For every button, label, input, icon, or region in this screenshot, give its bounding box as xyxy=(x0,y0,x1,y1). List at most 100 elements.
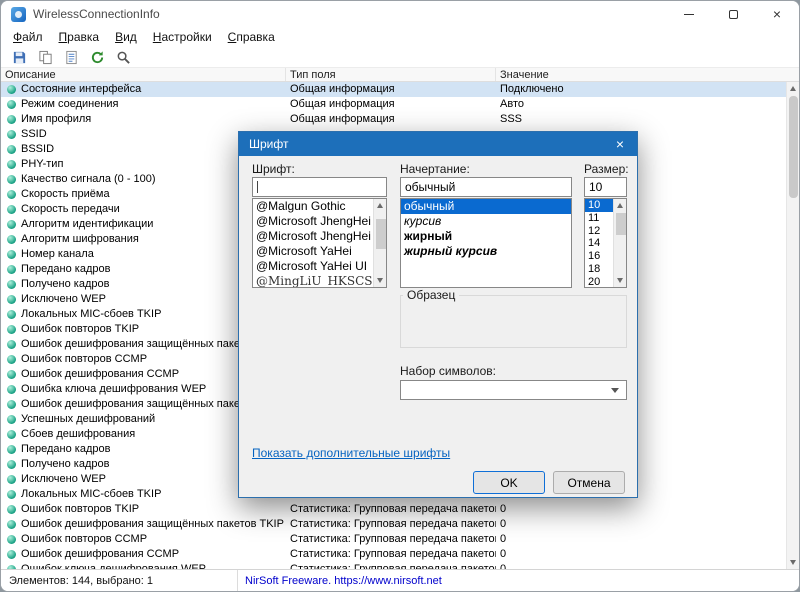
show-more-fonts-link[interactable]: Показать дополнительные шрифты xyxy=(252,446,450,460)
save-button[interactable] xyxy=(8,48,30,67)
row-status-icon xyxy=(7,85,16,94)
row-status-icon xyxy=(7,115,16,124)
scrollbar-thumb[interactable] xyxy=(375,219,386,249)
size-input[interactable]: 10 xyxy=(584,177,627,197)
size-list-scrollbar[interactable] xyxy=(613,199,626,287)
row-status-icon xyxy=(7,505,16,514)
row-status-icon xyxy=(7,265,16,274)
list-item[interactable]: обычный xyxy=(401,199,571,214)
sample-label: Образец xyxy=(407,288,456,302)
table-row[interactable]: Имя профиля Общая информация SSS xyxy=(1,112,786,127)
row-field-type: Статистика: Групповая передача пакетов xyxy=(290,503,496,515)
style-input[interactable]: обычный xyxy=(400,177,572,197)
table-row[interactable]: Ошибок дешифрования CCMP Статистика: Груп… xyxy=(1,547,786,562)
row-description: Состояние интерфейса xyxy=(1,82,286,97)
row-status-icon xyxy=(7,550,16,559)
charset-select[interactable] xyxy=(400,380,627,400)
window-controls: × xyxy=(667,1,799,27)
status-items-count: Элементов: 144, выбрано: 1 xyxy=(1,570,238,591)
list-item[interactable]: жирный xyxy=(401,229,571,244)
row-description: Ошибок повторов CCMP xyxy=(1,532,286,547)
minimize-button[interactable] xyxy=(667,1,711,27)
row-field-type: Статистика: Групповая передача пакетов xyxy=(290,533,496,545)
cancel-button[interactable]: Отмена xyxy=(553,471,625,494)
list-item[interactable]: 20 xyxy=(585,276,613,287)
vertical-scrollbar[interactable] xyxy=(786,82,799,569)
list-item[interactable]: 12 xyxy=(585,225,613,238)
row-status-icon xyxy=(7,460,16,469)
scroll-up-icon xyxy=(790,86,796,91)
column-header[interactable]: Значение xyxy=(496,68,799,81)
refresh-button[interactable] xyxy=(86,48,108,67)
maximize-icon xyxy=(728,9,738,19)
maximize-button[interactable] xyxy=(711,1,755,27)
font-dialog: Шрифт × Шрифт: @Malgun Gothic @Microsoft … xyxy=(238,131,638,498)
charset-label: Набор символов: xyxy=(400,364,497,378)
close-button[interactable]: × xyxy=(755,1,799,27)
table-row[interactable]: Ошибок повторов CCMP Статистика: Группова… xyxy=(1,532,786,547)
row-description: Имя профиля xyxy=(1,112,286,127)
list-item[interactable]: @Microsoft YaHei UI xyxy=(253,259,373,274)
list-item[interactable]: @Microsoft JhengHei xyxy=(253,214,373,229)
menu-item[interactable]: Настройки xyxy=(145,28,220,46)
style-label: Начертание: xyxy=(400,162,470,176)
menu-item[interactable]: Вид xyxy=(107,28,145,46)
menu-item[interactable]: Файл xyxy=(5,28,51,46)
row-status-icon xyxy=(7,355,16,364)
row-status-icon xyxy=(7,145,16,154)
chevron-down-icon xyxy=(611,388,619,393)
properties-icon xyxy=(65,50,77,64)
list-item[interactable]: 14 xyxy=(585,237,613,250)
list-item[interactable]: @Malgun Gothic xyxy=(253,199,373,214)
font-list-scrollbar[interactable] xyxy=(373,199,386,287)
row-status-icon xyxy=(7,175,16,184)
find-icon xyxy=(117,51,130,64)
list-item[interactable]: @Microsoft JhengHei Light xyxy=(253,229,373,244)
row-field-type: Статистика: Групповая передача пакетов xyxy=(290,563,496,569)
toolbar xyxy=(1,47,799,67)
scroll-up-icon xyxy=(377,203,383,208)
table-row[interactable]: Режим соединения Общая информация Авто xyxy=(1,97,786,112)
list-item[interactable]: 10 xyxy=(585,199,613,212)
dialog-close-button[interactable]: × xyxy=(603,132,637,156)
copy-icon xyxy=(38,50,52,64)
table-row[interactable]: Ошибок повторов TKIP Статистика: Группова… xyxy=(1,502,786,517)
list-item[interactable]: 18 xyxy=(585,263,613,276)
properties-button[interactable] xyxy=(60,48,82,67)
list-item[interactable]: 11 xyxy=(585,212,613,225)
menu-item[interactable]: Справка xyxy=(220,28,283,46)
row-value: 0 xyxy=(500,548,507,560)
row-status-icon xyxy=(7,325,16,334)
row-status-icon xyxy=(7,130,16,139)
row-status-icon xyxy=(7,370,16,379)
ok-button[interactable]: OK xyxy=(473,471,545,494)
row-status-icon xyxy=(7,250,16,259)
scrollbar-thumb[interactable] xyxy=(789,96,798,198)
list-item[interactable]: @MingLiU_HKSCS-ExtB xyxy=(253,274,373,287)
scrollbar-thumb[interactable] xyxy=(615,213,626,235)
row-status-icon xyxy=(7,400,16,409)
list-item[interactable]: @Microsoft YaHei xyxy=(253,244,373,259)
table-row[interactable]: Состояние интерфейса Общая информация Подк… xyxy=(1,82,786,97)
font-list: @Malgun Gothic @Microsoft JhengHei @Micros… xyxy=(252,198,387,288)
app-icon xyxy=(11,6,26,22)
row-description: Ошибок дешифрования защищённых пакетов T… xyxy=(1,517,286,532)
row-status-icon xyxy=(7,235,16,244)
column-header[interactable]: Описание xyxy=(1,68,286,81)
list-item[interactable]: жирный курсив xyxy=(401,244,571,259)
menu-item[interactable]: Правка xyxy=(51,28,108,46)
list-item[interactable]: 16 xyxy=(585,250,613,263)
row-status-icon xyxy=(7,310,16,319)
status-bar: Элементов: 144, выбрано: 1 NirSoft Freew… xyxy=(1,569,799,591)
font-name-input[interactable] xyxy=(252,177,387,197)
row-value: 0 xyxy=(500,518,507,530)
style-list: обычный курсив жирный жирный курсив xyxy=(400,198,572,288)
find-button[interactable] xyxy=(112,48,134,67)
nirsoft-link[interactable]: NirSoft Freeware. https://www.nirsoft.ne… xyxy=(238,570,449,591)
table-row[interactable]: Ошибок дешифрования защищённых пакетов T… xyxy=(1,517,786,532)
copy-button[interactable] xyxy=(34,48,56,67)
window-title: WirelessConnectionInfo xyxy=(33,7,160,21)
table-row[interactable]: Ошибок ключа дешифрования WEP Статистика:… xyxy=(1,562,786,569)
column-header[interactable]: Тип поля xyxy=(286,68,496,81)
list-item[interactable]: курсив xyxy=(401,214,571,229)
